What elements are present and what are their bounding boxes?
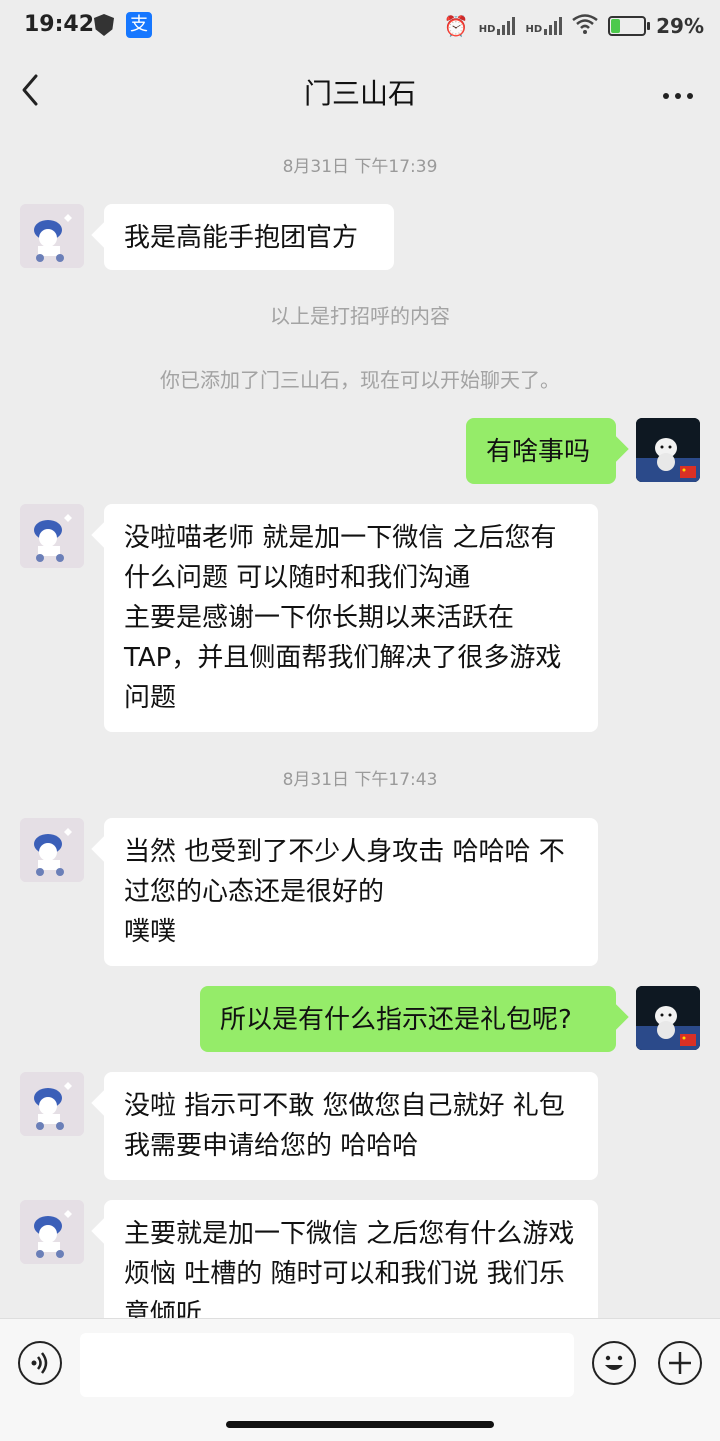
battery-icon [608,16,651,36]
emoji-icon [605,1355,623,1370]
avatar-character-icon [20,504,84,568]
alarm-icon: ⏰ [443,14,469,38]
more-button[interactable] [662,74,694,107]
avatar-character-icon [20,204,84,268]
wifi-icon [572,13,598,39]
chat-area[interactable]: 8月31日 下午17:39 我是高能手抱团官方 以上是打招呼的内容 你已添加了门… [0,130,720,1318]
signal-2-label: HD [525,24,543,35]
shield-icon [94,14,114,36]
avatar-self[interactable] [636,986,700,1050]
input-bar [0,1318,720,1441]
status-right-icons: ⏰ HD HD 29% [444,12,704,40]
message-bubble-other[interactable]: 我是高能手抱团官方 [104,204,394,270]
avatar-other[interactable] [20,1200,84,1264]
signal-bars-icon [497,17,516,35]
avatar-other[interactable] [20,1072,84,1136]
avatar-other[interactable] [20,818,84,882]
timestamp: 8月31日 下午17:39 [282,157,438,177]
chat-title: 门三山石 [303,77,416,110]
avatar-dog-icon [636,986,700,1050]
nav-bar: 门三山石 [0,52,720,130]
avatar-dog-icon [636,418,700,482]
avatar-self[interactable] [636,418,700,482]
system-message: 你已添加了门三山石，现在可以开始聊天了。 [160,368,560,392]
message-bubble-other[interactable]: 主要就是加一下微信 之后您有什么游戏烦恼 吐槽的 随时可以和我们说 我们乐意倾听 [104,1200,598,1318]
status-time: 19:42 [24,12,95,37]
plus-icon [669,1352,691,1374]
battery-percent: 29% [656,14,704,38]
message-bubble-self[interactable]: 所以是有什么指示还是礼包呢? [200,986,616,1052]
emoji-button[interactable] [592,1341,636,1385]
more-dots-icon [663,93,693,99]
system-message: 以上是打招呼的内容 [270,304,450,328]
message-bubble-other[interactable]: 没啦 指示可不敢 您做您自己就好 礼包我需要申请给您的 哈哈哈 [104,1072,598,1180]
message-bubble-other[interactable]: 没啦喵老师 就是加一下微信 之后您有什么问题 可以随时和我们沟通 主要是感谢一下… [104,504,598,732]
voice-button[interactable] [18,1341,62,1385]
avatar-character-icon [20,1072,84,1136]
alipay-app-icon: 支 [126,12,152,38]
message-bubble-self[interactable]: 有啥事吗 [466,418,616,484]
home-indicator[interactable] [226,1421,494,1428]
signal-1: HD [479,17,516,35]
signal-1-label: HD [478,24,496,35]
message-input[interactable] [80,1333,574,1397]
avatar-other[interactable] [20,204,84,268]
plus-button[interactable] [658,1341,702,1385]
avatar-other[interactable] [20,504,84,568]
signal-2: HD [525,17,563,35]
status-bar: 19:42 支 ⏰ HD HD 29% [0,0,720,52]
battery-fill [611,19,620,33]
message-bubble-other[interactable]: 当然 也受到了不少人身攻击 哈哈哈 不过您的心态还是很好的 噗噗 [104,818,598,966]
voice-icon [31,1352,48,1374]
signal-bars-icon [544,17,563,35]
avatar-character-icon [20,818,84,882]
avatar-character-icon [20,1200,84,1264]
timestamp: 8月31日 下午17:43 [282,770,438,790]
